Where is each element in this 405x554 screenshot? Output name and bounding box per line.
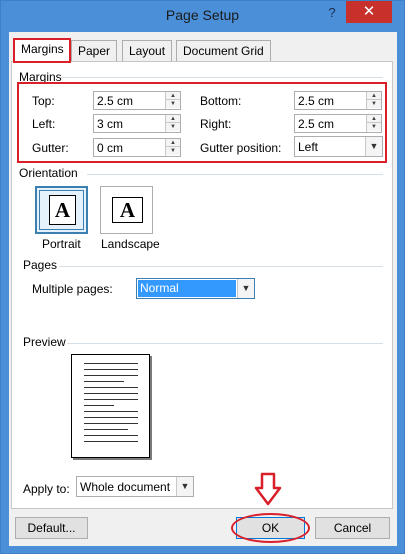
chevron-down-icon[interactable]: ▼ [176, 477, 193, 496]
portrait-page-icon: A [49, 195, 76, 225]
spin-up-icon[interactable]: ▲ [367, 115, 381, 123]
left-label: Left: [32, 117, 56, 131]
chevron-down-icon[interactable]: ▼ [237, 279, 254, 298]
page-setup-dialog: Page Setup ? ✕ Margins Paper Layout Docu… [0, 0, 405, 554]
pages-group-line [59, 266, 383, 267]
bottom-margin-value: 2.5 cm [298, 94, 335, 108]
landscape-page-icon: A [112, 197, 143, 223]
pages-group-title: Pages [23, 258, 58, 272]
spin-up-icon[interactable]: ▲ [166, 92, 180, 100]
right-label: Right: [200, 117, 232, 131]
gutter-position-label: Gutter position: [200, 141, 282, 155]
multiple-pages-label: Multiple pages: [32, 282, 113, 296]
left-margin-value: 3 cm [97, 117, 124, 131]
tab-document-grid[interactable]: Document Grid [176, 40, 271, 61]
landscape-button[interactable]: A [100, 186, 153, 234]
right-margin-value: 2.5 cm [298, 117, 335, 131]
top-label: Top: [32, 94, 55, 108]
spin-down-icon[interactable]: ▼ [367, 100, 381, 108]
orientation-group-line [87, 174, 383, 175]
spin-down-icon[interactable]: ▼ [166, 147, 180, 155]
orientation-group-title: Orientation [19, 166, 78, 180]
tab-layout[interactable]: Layout [122, 40, 173, 61]
spin-up-icon[interactable]: ▲ [367, 92, 381, 100]
preview-group-title: Preview [23, 335, 66, 349]
gutter-position-dropdown[interactable]: Left ▼ [294, 136, 383, 157]
default-button[interactable]: Default... [15, 517, 88, 539]
spin-down-icon[interactable]: ▼ [166, 123, 180, 131]
bottom-margin-spinner[interactable]: 2.5 cm ▲ ▼ [294, 91, 382, 110]
ok-highlight-annotation [231, 513, 310, 543]
multiple-pages-dropdown[interactable]: Normal ▼ [136, 278, 255, 299]
portrait-label: Portrait [42, 237, 81, 251]
top-margin-spinner[interactable]: 2.5 cm ▲ ▼ [93, 91, 181, 110]
tab-paper[interactable]: Paper [71, 40, 118, 61]
apply-to-value: Whole document [80, 480, 171, 494]
spin-up-icon[interactable]: ▲ [166, 115, 180, 123]
bottom-label: Bottom: [200, 94, 242, 108]
margins-group-line [61, 77, 383, 78]
cancel-button[interactable]: Cancel [315, 517, 390, 539]
gutter-value: 0 cm [97, 141, 124, 155]
title-bar: Page Setup ? ✕ [1, 1, 404, 32]
gutter-label: Gutter: [32, 141, 69, 155]
gutter-position-value: Left [298, 140, 319, 154]
preview-group-line [67, 343, 383, 344]
spin-down-icon[interactable]: ▼ [367, 123, 381, 131]
page-preview-thumbnail [71, 354, 150, 458]
landscape-label: Landscape [101, 237, 160, 251]
gutter-spinner[interactable]: 0 cm ▲ ▼ [93, 138, 181, 157]
spin-up-icon[interactable]: ▲ [166, 139, 180, 147]
close-button[interactable]: ✕ [346, 1, 392, 23]
apply-to-dropdown[interactable]: Whole document ▼ [76, 476, 194, 497]
chevron-down-icon[interactable]: ▼ [365, 137, 382, 156]
dialog-client-area: Margins Paper Layout Document Grid Margi… [9, 32, 397, 546]
multiple-pages-value: Normal [138, 280, 236, 297]
annotation-arrow-icon [254, 472, 282, 506]
help-button[interactable]: ? [322, 2, 342, 24]
portrait-button[interactable]: A [35, 186, 88, 234]
tab-highlight-annotation [13, 38, 71, 63]
top-margin-value: 2.5 cm [97, 94, 134, 108]
left-margin-spinner[interactable]: 3 cm ▲ ▼ [93, 114, 181, 133]
right-margin-spinner[interactable]: 2.5 cm ▲ ▼ [294, 114, 382, 133]
apply-to-label: Apply to: [23, 482, 70, 496]
dialog-title: Page Setup [165, 7, 240, 23]
tab-strip: Margins Paper Layout Document Grid [9, 38, 397, 63]
spin-down-icon[interactable]: ▼ [166, 100, 180, 108]
